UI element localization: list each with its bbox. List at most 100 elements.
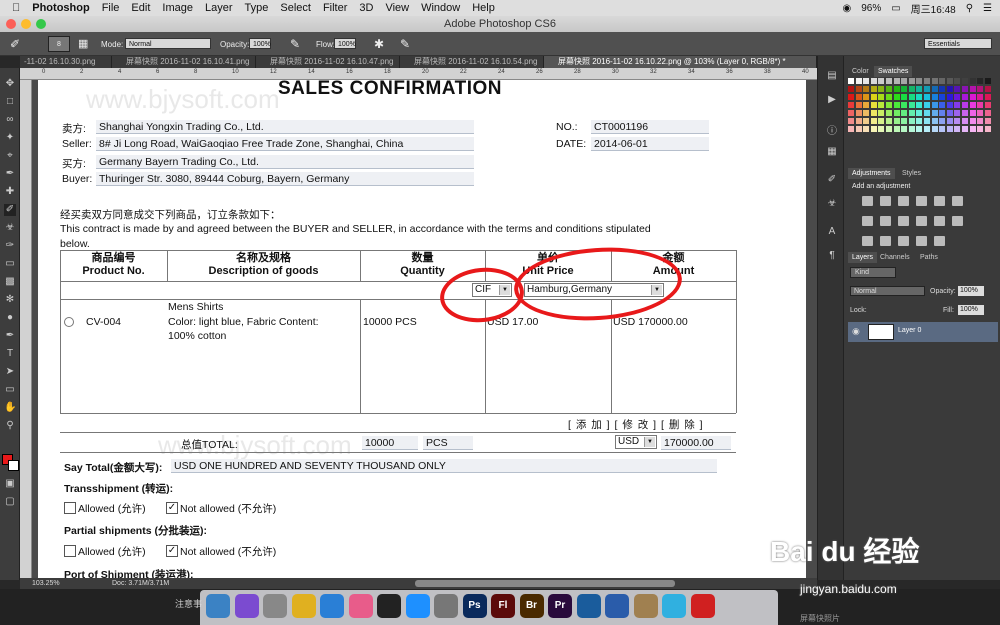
swatch-cell[interactable] — [848, 126, 854, 132]
minimize-window-button[interactable] — [21, 19, 31, 29]
swatch-cell[interactable] — [924, 102, 930, 108]
swatch-cell[interactable] — [954, 102, 961, 108]
dock-icon-siri[interactable] — [234, 594, 259, 618]
lasso-tool-icon[interactable]: ∞ — [4, 114, 16, 126]
swatch-cell[interactable] — [901, 78, 908, 84]
airbrush-icon[interactable]: ✱ — [374, 37, 384, 51]
adjustment-icon[interactable] — [880, 236, 891, 246]
swatch-cell[interactable] — [946, 126, 953, 132]
brush-panel-icon[interactable]: ▦ — [78, 37, 88, 50]
adjustment-icon[interactable] — [916, 196, 927, 206]
swatch-cell[interactable] — [984, 94, 991, 100]
tab-swatches[interactable]: Swatches — [874, 66, 913, 77]
dodge-tool-icon[interactable]: ● — [4, 312, 16, 324]
swatch-cell[interactable] — [901, 118, 908, 124]
swatch-cell[interactable] — [962, 86, 968, 92]
swatch-cell[interactable] — [870, 94, 877, 100]
adjustment-icon[interactable] — [934, 196, 945, 206]
swatch-cell[interactable] — [878, 110, 885, 116]
swatch-cell[interactable] — [886, 102, 892, 108]
history-brush-icon[interactable]: ✑ — [4, 240, 16, 252]
type-tool-icon[interactable]: T — [4, 348, 16, 360]
swatch-cell[interactable] — [863, 94, 870, 100]
dock-icon-flash[interactable] — [690, 594, 715, 618]
swatch-cell[interactable] — [984, 86, 991, 92]
swatch-cell[interactable] — [984, 102, 991, 108]
tab-adjustments[interactable]: Adjustments — [848, 168, 895, 179]
gradient-tool-icon[interactable]: ▩ — [4, 276, 16, 288]
adjustment-icon[interactable] — [880, 216, 891, 226]
swatch-cell[interactable] — [946, 86, 953, 92]
swatch-cell[interactable] — [931, 78, 938, 84]
swatch-cell[interactable] — [969, 126, 976, 132]
apple-icon[interactable]:  — [12, 0, 20, 16]
background-color-swatch[interactable] — [8, 460, 19, 471]
swatch-cell[interactable] — [977, 126, 984, 132]
eraser-tool-icon[interactable]: ▭ — [4, 258, 16, 270]
swatch-cell[interactable] — [962, 126, 968, 132]
swatch-cell[interactable] — [855, 118, 862, 124]
swatch-cell[interactable] — [977, 118, 984, 124]
swatch-cell[interactable] — [886, 78, 892, 84]
swatch-cell[interactable] — [969, 110, 976, 116]
adjustment-icon[interactable] — [952, 196, 963, 206]
tab-layers[interactable]: Layers — [848, 252, 878, 263]
swatch-cell[interactable] — [916, 110, 923, 116]
partial-allowed-checkbox[interactable] — [64, 545, 76, 557]
menu-window[interactable]: Window — [421, 0, 460, 16]
swatch-cell[interactable] — [893, 86, 900, 92]
dock-icon-launchpad[interactable] — [263, 594, 287, 618]
swatch-cell[interactable] — [916, 78, 923, 84]
menu-view[interactable]: View — [385, 0, 409, 16]
wifi-icon[interactable]: ◉ — [842, 3, 851, 14]
swatch-cell[interactable] — [870, 102, 877, 108]
swatch-cell[interactable] — [931, 86, 938, 92]
dock-icon-quicktime[interactable] — [576, 594, 601, 618]
pen-tool-icon[interactable]: ✒ — [4, 330, 16, 342]
swatch-cell[interactable] — [878, 94, 885, 100]
swatch-cell[interactable] — [924, 86, 930, 92]
dock-icon-br[interactable]: Br — [519, 594, 544, 618]
blur-tool-icon[interactable]: ✻ — [4, 294, 16, 306]
brush-tool-icon[interactable]: ✐ — [4, 204, 16, 216]
swatch-cell[interactable] — [924, 94, 930, 100]
tab-channels[interactable]: Channels — [876, 252, 914, 263]
dock-icon-safari[interactable] — [320, 594, 344, 618]
swatch-cell[interactable] — [848, 86, 854, 92]
swatch-cell[interactable] — [931, 94, 938, 100]
swatch-cell[interactable] — [969, 102, 976, 108]
swatch-cell[interactable] — [893, 126, 900, 132]
menu-help[interactable]: Help — [472, 0, 495, 16]
path-select-tool-icon[interactable]: ➤ — [4, 366, 16, 378]
tab-styles[interactable]: Styles — [898, 168, 925, 179]
tab-doc-2[interactable]: 屏幕快照 2016-11-02 16.10.41.png — [112, 56, 256, 68]
swatch-cell[interactable] — [901, 102, 908, 108]
menu-type[interactable]: Type — [245, 0, 269, 16]
swatch-cell[interactable] — [870, 118, 877, 124]
swatch-cell[interactable] — [855, 126, 862, 132]
crop-tool-icon[interactable]: ⌖ — [4, 150, 16, 162]
swatch-cell[interactable] — [886, 126, 892, 132]
adjustment-icon[interactable] — [934, 236, 945, 246]
dock-icon-word[interactable] — [605, 594, 629, 618]
swatch-cell[interactable] — [886, 86, 892, 92]
dock-icon-ps[interactable]: Ps — [462, 594, 487, 618]
swatch-cell[interactable] — [901, 110, 908, 116]
visibility-eye-icon[interactable]: ◉ — [852, 326, 860, 337]
tab-doc-active[interactable]: 屏幕快照 2016-11-02 16.10.22.png @ 103% (Lay… — [544, 56, 817, 68]
swatch-cell[interactable] — [878, 118, 885, 124]
move-tool-icon[interactable]: ✥ — [4, 78, 16, 90]
swatch-cell[interactable] — [901, 126, 908, 132]
tab-color[interactable]: Color — [848, 66, 873, 77]
properties-panel-icon[interactable]: ▦ — [824, 146, 840, 160]
clone-source-icon[interactable]: ☣ — [824, 198, 840, 212]
swatch-cell[interactable] — [939, 86, 946, 92]
swatch-cell[interactable] — [848, 118, 854, 124]
history-panel-icon[interactable]: ▤ — [824, 70, 840, 84]
swatch-cell[interactable] — [962, 94, 968, 100]
adjustment-icon[interactable] — [952, 216, 963, 226]
eyedropper-tool-icon[interactable]: ✒ — [4, 168, 16, 180]
adjustment-icon[interactable] — [862, 196, 873, 206]
swatch-cell[interactable] — [863, 78, 870, 84]
swatch-cell[interactable] — [939, 102, 946, 108]
